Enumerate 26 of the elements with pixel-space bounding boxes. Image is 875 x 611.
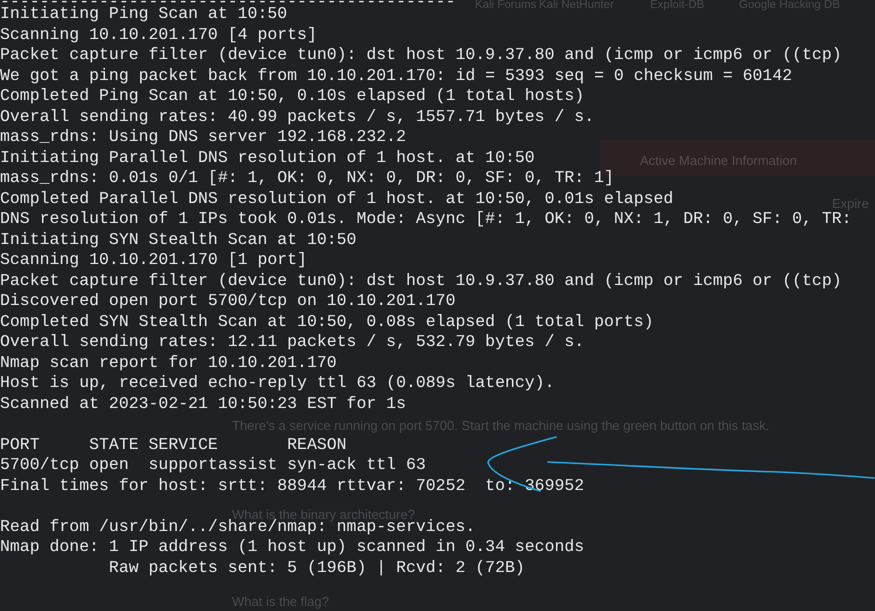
terminal-line: Final times for host: srtt: 88944 rttvar: 70252 to: 369952	[0, 476, 584, 496]
terminal-line: Initiating Ping Scan at 10:50	[0, 4, 288, 24]
terminal-line: Overall sending rates: 40.99 packets / s, 1557.71 bytes / s.	[0, 106, 594, 127]
terminal-line: Completed Ping Scan at 10:50, 0.10s elapsed (1 total hosts)	[0, 86, 584, 106]
terminal-line: DNS resolution of 1 IPs took 0.01s. Mode: Async [#: 1, OK: 0, NX: 1, DR: 0, SF: 0, TR:	[0, 209, 852, 230]
terminal-line: Raw packets sent: 5 (196B) | Rcvd: 2 (72B)	[108, 558, 525, 578]
dashed-divider-text: ----------------------------------------------	[0, 0, 456, 4]
terminal-line: Host is up, received echo-reply ttl 63 (0.089s latency).	[0, 373, 554, 394]
terminal-line: Overall sending rates: 12.11 packets / s, 532.79 bytes / s.	[0, 332, 584, 352]
terminal-line: PORT STATE SERVICE REASON	[0, 434, 347, 455]
terminal-line: Packet capture filter (device tun0): dst host 10.9.37.80 and (icmp or icmp6 or ((tcp)	[0, 270, 842, 291]
terminal-line: We got a ping packet back from 10.10.201.170: id = 5393 seq = 0 checksum = 60142	[0, 66, 792, 86]
terminal-line: Scanning 10.10.201.170 [1 port]	[0, 250, 307, 270]
terminal-line: Nmap done: 1 IP address (1 host up) scanned in 0.34 seconds	[0, 537, 584, 558]
terminal-line: 5700/tcp open supportassist syn-ack ttl 63	[0, 455, 426, 476]
terminal-line: Completed SYN Stealth Scan at 10:50, 0.08s elapsed (1 total ports)	[0, 312, 654, 332]
terminal-line: Initiating Parallel DNS resolution of 1 host. at 10:50	[0, 148, 535, 168]
terminal-line: mass_rdns: 0.01s 0/1 [#: 1, OK: 0, NX: 0, DR: 0, SF: 0, TR: 1]	[0, 168, 614, 188]
terminal-line: Packet capture filter (device tun0): dst host 10.9.37.80 and (icmp or icmp6 or ((tcp)	[0, 45, 842, 66]
terminal-line: Nmap scan report for 10.10.201.170	[0, 352, 337, 373]
terminal-line: Scanned at 2023-02-21 10:50:23 EST for 1s	[0, 394, 406, 414]
terminal-line: Discovered open port 5700/tcp on 10.10.201.170	[0, 291, 456, 312]
terminal-line: Completed Parallel DNS resolution of 1 host. at 10:50, 0.01s elapsed	[0, 188, 674, 209]
terminal-line: Initiating SYN Stealth Scan at 10:50	[0, 230, 356, 250]
terminal-line: mass_rdns: Using DNS server 192.168.232.2	[0, 127, 406, 148]
terminal-line: Scanning 10.10.201.170 [4 ports]	[0, 24, 317, 45]
